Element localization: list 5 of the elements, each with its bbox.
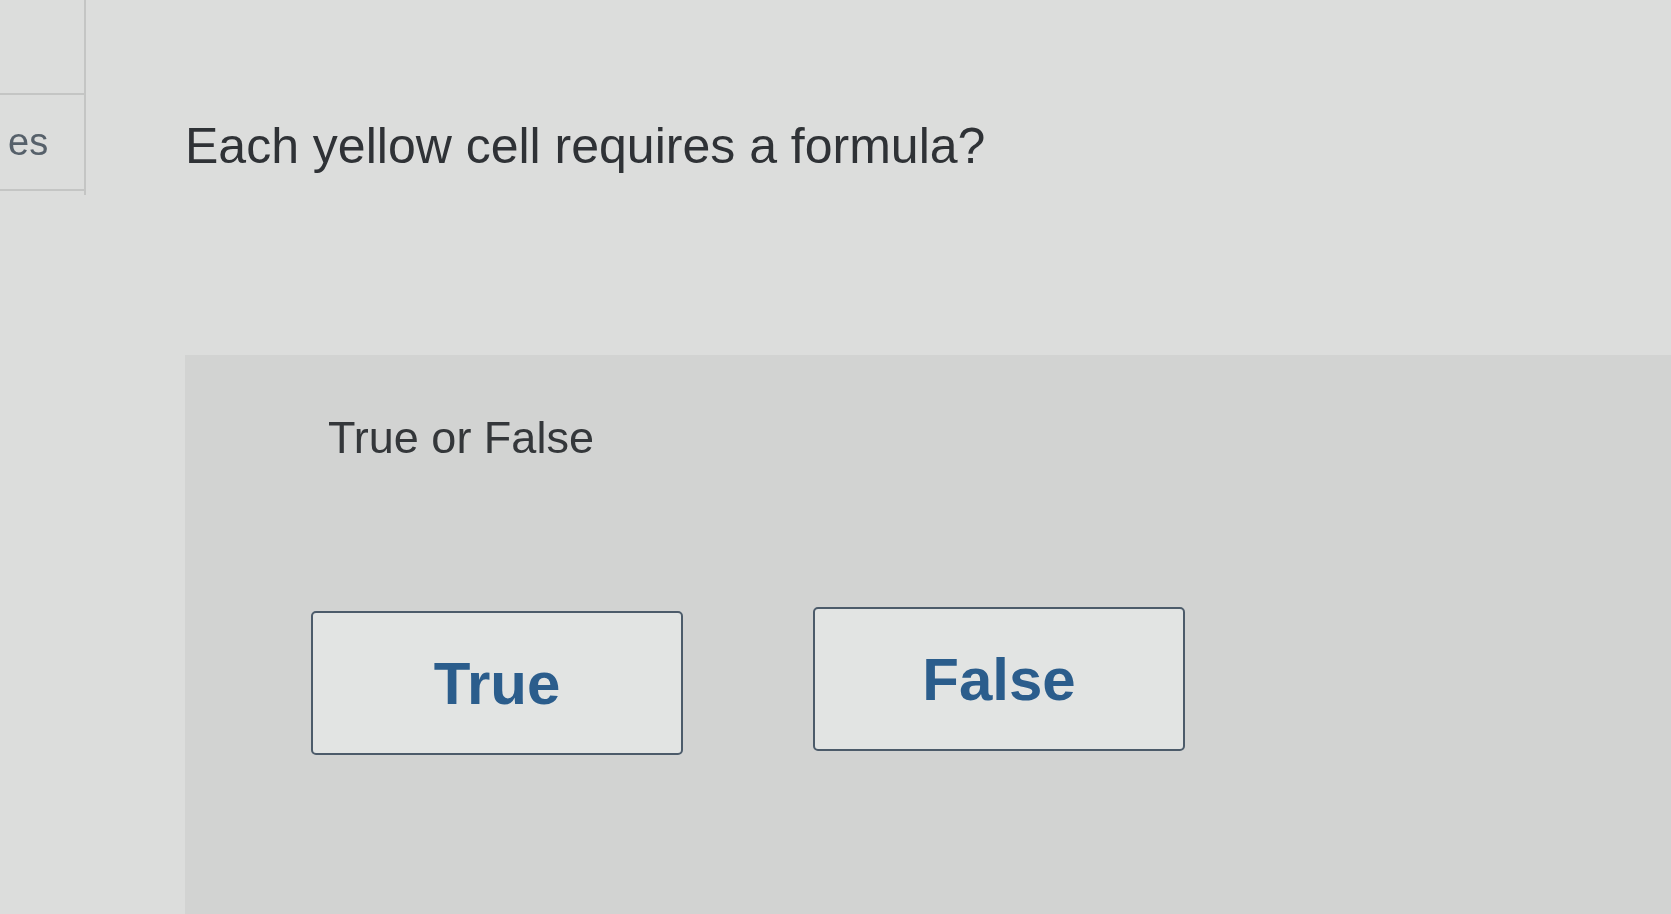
question-text: Each yellow cell requires a formula? (185, 117, 986, 176)
answer-button[interactable]: False (813, 607, 1185, 751)
sidebar-item[interactable]: es (0, 95, 84, 191)
answer-button[interactable]: True (311, 611, 683, 755)
instruction-text: True or False (328, 411, 594, 465)
